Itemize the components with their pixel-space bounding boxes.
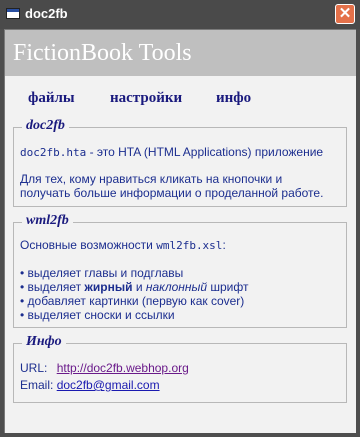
wml2fb-bullet-4: • выделяет сноски и ссылки bbox=[20, 308, 175, 322]
info-email-row: Email: doc2fb@gmail.com bbox=[20, 378, 160, 392]
doc2fb-line1: doc2fb.hta - это HTA (HTML Applications)… bbox=[20, 145, 324, 159]
wml2fb-bullet-3: • добавляет картинки (первую как cover) bbox=[20, 294, 245, 308]
wml2fb-legend: wml2fb bbox=[22, 213, 73, 229]
menu-files[interactable]: файлы bbox=[28, 90, 75, 107]
doc2fb-line2: Для тех, кому нравиться кликать на кнопо… bbox=[20, 172, 283, 186]
menu-info[interactable]: инфо bbox=[216, 90, 251, 107]
window-title: doc2fb bbox=[25, 6, 68, 21]
wml2fb-section: wml2fb Основные возможности wml2fb.xsl: … bbox=[13, 213, 347, 328]
close-button[interactable]: ✕ bbox=[335, 4, 355, 24]
window-icon bbox=[6, 8, 20, 19]
info-url-row: URL: http://doc2fb.webhop.org bbox=[20, 361, 189, 375]
client-area: FictionBook Tools файлы настройки инфо d… bbox=[4, 29, 356, 433]
doc2fb-section: doc2fb doc2fb.hta - это HTA (HTML Applic… bbox=[13, 118, 347, 207]
doc2fb-line3: получать больше информации о проделанной… bbox=[20, 186, 324, 200]
main-menu: файлы настройки инфо bbox=[5, 76, 356, 116]
email-label: Email: bbox=[20, 378, 54, 392]
url-label: URL: bbox=[20, 361, 48, 375]
app-brand: FictionBook Tools bbox=[13, 40, 192, 66]
menu-settings[interactable]: настройки bbox=[110, 90, 182, 107]
app-window: doc2fb ✕ FictionBook Tools файлы настрой… bbox=[0, 0, 360, 437]
info-section: Инфо URL: http://doc2fb.webhop.org Email… bbox=[13, 334, 347, 403]
doc2fb-legend: doc2fb bbox=[22, 118, 69, 134]
email-link[interactable]: doc2fb@gmail.com bbox=[57, 378, 160, 392]
title-bar: doc2fb ✕ bbox=[0, 0, 360, 29]
wml2fb-intro: Основные возможности wml2fb.xsl: bbox=[20, 238, 226, 252]
url-link[interactable]: http://doc2fb.webhop.org bbox=[57, 361, 189, 375]
header-banner: FictionBook Tools bbox=[5, 30, 356, 76]
wml2fb-bullet-1: • выделяет главы и подглавы bbox=[20, 266, 184, 280]
wml2fb-bullet-2: • выделяет жирный и наклонный шрифт bbox=[20, 280, 249, 294]
info-legend: Инфо bbox=[22, 334, 66, 350]
